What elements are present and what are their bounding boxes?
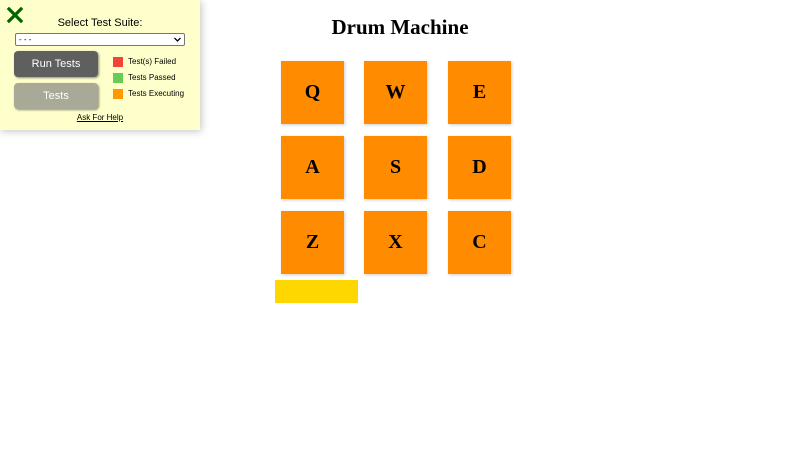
tests-button[interactable]: Tests [14,83,98,109]
passed-swatch [113,73,123,83]
run-tests-button[interactable]: Run Tests [14,51,98,77]
legend-label: Tests Executing [128,89,185,98]
legend-label: Tests Passed [128,73,176,82]
drum-pad-z[interactable]: Z [281,211,344,274]
ask-for-help-link[interactable]: Ask For Help [0,113,200,122]
drum-pad-s[interactable]: S [364,136,427,199]
drum-pad-d[interactable]: D [448,136,511,199]
failed-swatch [113,57,123,67]
drum-pad-e[interactable]: E [448,61,511,124]
drum-pad-w[interactable]: W [364,61,427,124]
executing-swatch [113,89,123,99]
drum-pad-x[interactable]: X [364,211,427,274]
drum-pad-c[interactable]: C [448,211,511,274]
drum-pad-q[interactable]: Q [281,61,344,124]
legend-label: Test(s) Failed [128,57,177,66]
drum-pad-a[interactable]: A [281,136,344,199]
page-title: Drum Machine [331,15,469,39]
sound-display [275,280,358,303]
